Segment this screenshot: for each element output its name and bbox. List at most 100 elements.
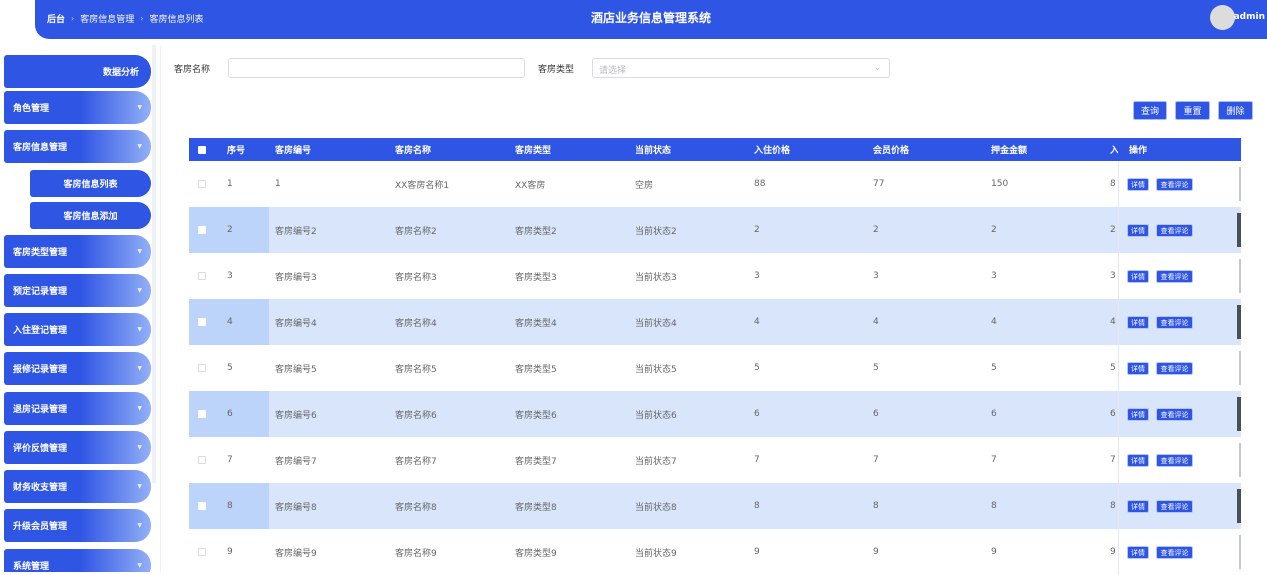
sidebar-item-room-type-management[interactable]: 客房类型管理 ▼ [4,235,151,268]
sidebar-item-room-info-management[interactable]: 客房信息管理 ▼ [4,130,151,163]
detail-button[interactable]: 详情 [1127,316,1149,329]
sidebar-item-role-management[interactable]: 角色管理 ▼ [4,91,151,124]
cell-room-type: XX客房 [515,180,546,191]
row-checkbox[interactable] [198,483,206,529]
sidebar-item-checkin-management[interactable]: 入住登记管理 ▼ [4,313,151,346]
detail-button[interactable]: 详情 [1127,408,1149,421]
cell-index: 2 [227,225,233,235]
reset-button[interactable]: 重置 [1175,101,1210,120]
detail-button[interactable]: 详情 [1127,224,1149,237]
query-button[interactable]: 查询 [1133,101,1167,120]
table-row[interactable]: 9 客房编号9 客房名称9 客房类型9 当前状态9 9 9 9 9 详情 查看评论 [189,529,1241,575]
table-row[interactable]: 4 客房编号4 客房名称4 客房类型4 当前状态4 4 4 4 4 详情 查看评论 [189,299,1241,345]
sidebar-item-finance-management[interactable]: 财务收支管理 ▼ [4,470,151,503]
detail-button[interactable]: 详情 [1127,362,1149,375]
col-header-room-type: 客房类型 [515,146,552,156]
row-checkbox[interactable] [198,161,206,207]
sidebar-item-booking-management[interactable]: 预定记录管理 ▼ [4,274,151,307]
sidebar-scrollbar[interactable] [152,45,156,483]
table-row[interactable]: 3 客房编号3 客房名称3 客房类型3 当前状态3 3 3 3 3 详情 查看评论 [189,253,1241,299]
username[interactable]: admin [1234,12,1265,22]
table-row[interactable]: 8 客房编号8 客房名称8 客房类型8 当前状态8 8 8 8 8 详情 查看评论 [189,483,1241,529]
main-content: 客房名称 客房类型 请选择 ⌄ 查询 重置 删除 序号 客房编号 客房名称 客房… [160,45,1267,575]
row-checkbox[interactable] [198,345,206,391]
delete-button[interactable]: 删除 [1218,101,1253,120]
cell-room-type: 客房类型4 [515,318,557,329]
avatar[interactable] [1210,5,1235,30]
view-comments-button[interactable]: 查看评论 [1156,270,1193,283]
detail-button[interactable]: 详情 [1127,454,1149,467]
sidebar: 数据分析 角色管理 ▼ 客房信息管理 ▼ 客房信息列表 客房信息添加 ☝ 客房类型管… [0,45,156,572]
cell-room-type: 客房类型8 [515,502,557,513]
table-row[interactable]: 1 1 XX客房名称1 XX客房 空房 88 77 150 8 详情 查看评论 [189,161,1241,207]
row-checkbox[interactable] [198,529,206,575]
cell-room-type: 客房类型5 [515,364,557,375]
room-type-select[interactable]: 请选择 ⌄ [592,58,890,78]
view-comments-button[interactable]: 查看评论 [1156,178,1193,191]
row-actions: 详情 查看评论 [1118,483,1241,529]
sidebar-item-checkout-management[interactable]: 退房记录管理 ▼ [4,392,151,425]
table-row[interactable]: 6 客房编号6 客房名称6 客房类型6 当前状态6 6 6 6 6 详情 查看评论 [189,391,1241,437]
top-header-bar: 后台 › 客房信息管理 › 客房信息列表 酒店业务信息管理系统 admin [35,0,1267,39]
room-image-thumbnail [1239,167,1241,201]
row-checkbox[interactable] [198,253,206,299]
detail-button[interactable]: 详情 [1127,270,1149,283]
hand-cursor-icon: ☝ [104,210,112,225]
col-header-status: 当前状态 [635,146,672,156]
sidebar-item-member-upgrade-management[interactable]: 升级会员管理 ▼ [4,509,151,542]
detail-button[interactable]: 详情 [1127,500,1149,513]
room-name-label: 客房名称 [174,65,211,75]
table-row[interactable]: 5 客房编号5 客房名称5 客房类型5 当前状态5 5 5 5 5 详情 查看评论 [189,345,1241,391]
sidebar-item-label: 退房记录管理 [13,405,68,415]
sidebar-item-label: 评价反馈管理 [13,444,68,454]
cell-status: 当前状态4 [635,318,677,329]
cell-member-price: 3 [873,271,879,281]
cell-status: 当前状态7 [635,456,677,467]
cell-member-price: 7 [873,455,879,465]
sidebar-item-repair-management[interactable]: 报修记录管理 ▼ [4,352,151,385]
view-comments-button[interactable]: 查看评论 [1156,224,1193,237]
row-checkbox[interactable] [198,299,206,345]
row-checkbox[interactable] [198,391,206,437]
cell-room-name: 客房名称2 [395,226,437,237]
detail-button[interactable]: 详情 [1127,178,1149,191]
cell-room-name: 客房名称7 [395,456,437,467]
cell-checkin: 8 [1110,179,1116,189]
row-actions: 详情 查看评论 [1118,207,1241,253]
col-header-room-name: 客房名称 [395,146,432,156]
row-checkbox[interactable] [198,437,206,483]
sidebar-item-feedback-management[interactable]: 评价反馈管理 ▼ [4,431,151,464]
chevron-down-icon: ▼ [137,143,142,150]
select-all-checkbox[interactable] [198,138,206,161]
cell-room-no: 客房编号3 [275,272,317,283]
view-comments-button[interactable]: 查看评论 [1156,500,1193,513]
cell-checkin: 6 [1110,409,1116,419]
detail-button[interactable]: 详情 [1127,546,1149,559]
cell-room-name: 客房名称9 [395,548,437,559]
cell-status: 当前状态9 [635,548,677,559]
view-comments-button[interactable]: 查看评论 [1156,454,1193,467]
chevron-down-icon: ⌄ [874,63,881,72]
row-checkbox[interactable] [198,207,206,253]
view-comments-button[interactable]: 查看评论 [1156,546,1193,559]
table-row[interactable]: 2 客房编号2 客房名称2 客房类型2 当前状态2 2 2 2 2 详情 查看评论 [189,207,1241,253]
sidebar-item-label: 客房信息管理 [13,143,68,153]
room-name-input[interactable] [228,58,525,78]
view-comments-button[interactable]: 查看评论 [1156,408,1193,421]
cell-status: 当前状态8 [635,502,677,513]
cell-index: 8 [227,501,233,511]
sidebar-subitem-room-list[interactable]: 客房信息列表 [30,170,151,197]
chevron-down-icon: ▼ [137,483,142,490]
sidebar-item-label: 报修记录管理 [13,365,68,375]
sidebar-item-data-analysis[interactable]: 数据分析 [4,55,151,88]
view-comments-button[interactable]: 查看评论 [1156,362,1193,375]
table-row[interactable]: 7 客房编号7 客房名称7 客房类型7 当前状态7 7 7 7 7 详情 查看评论 [189,437,1241,483]
cell-member-price: 4 [873,317,879,327]
chevron-down-icon: ▼ [137,326,142,333]
sidebar-item-system-management[interactable]: 系统管理 ▼ [4,549,151,572]
cell-checkin: 5 [1110,363,1116,373]
row-actions: 详情 查看评论 [1118,437,1241,483]
view-comments-button[interactable]: 查看评论 [1156,316,1193,329]
cell-checkin: 8 [1110,501,1116,511]
sidebar-subitem-room-add[interactable]: 客房信息添加 [30,202,151,229]
